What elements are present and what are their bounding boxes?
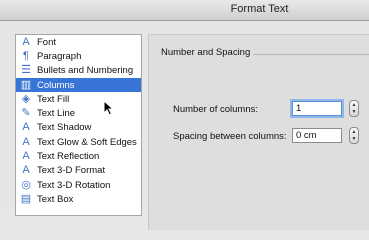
sidebar-item-columns[interactable]: ▥ Columns [16,77,141,93]
sidebar-item-text-reflection[interactable]: A Text Reflection [16,149,141,163]
group-divider [253,54,369,55]
sidebar-item-text-shadow[interactable]: A Text Shadow [16,121,141,135]
pencil-icon: ✎ [21,107,31,120]
sidebar-item-text-line[interactable]: ✎ Text Line [16,106,141,120]
stepper-up-icon[interactable]: ▲ [352,129,357,136]
sidebar-item-text-box[interactable]: ▤ Text Box [16,192,141,206]
columns-panel: Number and Spacing Number of columns: 1 … [148,34,369,230]
sidebar-item-label: Bullets and Numbering [37,65,134,77]
sidebar-item-label: Text Glow & Soft Edges [37,136,137,148]
number-of-columns-input[interactable]: 1 [292,101,342,116]
group-title: Number and Spacing [161,47,251,58]
sidebar-item-label: Text Fill [37,93,70,105]
sidebar-item-text-3-d-format[interactable]: A Text 3-D Format [16,164,141,178]
sidebar-item-label: Text 3-D Format [37,165,106,177]
sidebar-item-paragraph[interactable]: ¶ Paragraph [16,49,141,63]
sidebar-item-font[interactable]: A Font [16,35,141,49]
sidebar-item-label: Text 3-D Rotation [37,179,111,191]
stepper-down-icon[interactable]: ▼ [352,109,357,116]
reflection-a-icon: A [22,150,30,163]
font-icon: A [22,35,30,48]
title-bar: Format Text [0,0,369,21]
text-box-icon: ▤ [20,192,32,205]
stepper-down-icon[interactable]: ▼ [352,136,357,143]
sidebar-item-text-3-d-rotation[interactable]: ◎ Text 3-D Rotation [16,178,141,192]
sidebar-item-label: Text Reflection [37,151,100,163]
bullets-icon: ☰ [21,64,31,77]
3d-format-a-icon: A [22,164,30,177]
stepper-up-icon[interactable]: ▲ [352,102,357,109]
number-of-columns-stepper[interactable]: ▲ ▼ [349,100,359,117]
dialog-content: A Font ¶ Paragraph ☰ Bullets and Numbering ▥ Co… [0,21,369,230]
paragraph-icon: ¶ [23,49,29,62]
spacing-between-columns-input[interactable]: 0 cm [292,128,342,143]
number-of-columns-label: Number of columns: [173,104,259,115]
sidebar-item-label: Paragraph [37,50,82,62]
sidebar-item-label: Text Shadow [37,122,92,134]
3d-rotation-icon: ◎ [21,178,31,191]
mouse-pointer-icon [103,100,115,116]
sidebar-item-label: Text Line [37,108,76,120]
glow-a-icon: A [22,135,30,148]
sidebar-item-text-glow-soft-edges[interactable]: A Text Glow & Soft Edges [16,135,141,149]
window-title: Format Text [230,3,289,15]
spacing-between-columns-stepper[interactable]: ▲ ▼ [349,127,359,144]
shadow-a-icon: A [22,121,30,134]
sidebar-item-label: Font [37,36,57,48]
spacing-between-columns-label: Spacing between columns: [173,131,287,142]
sidebar-item-bullets-and-numbering[interactable]: ☰ Bullets and Numbering [16,64,141,78]
paint-bucket-icon: ◈ [21,92,31,105]
category-list[interactable]: A Font ¶ Paragraph ☰ Bullets and Numbering ▥ Co… [15,34,142,216]
sidebar-item-label: Columns [37,79,75,91]
sidebar-item-label: Text Box [37,193,74,205]
columns-icon: ▥ [20,78,32,91]
sidebar-item-text-fill[interactable]: ◈ Text Fill [16,92,141,106]
